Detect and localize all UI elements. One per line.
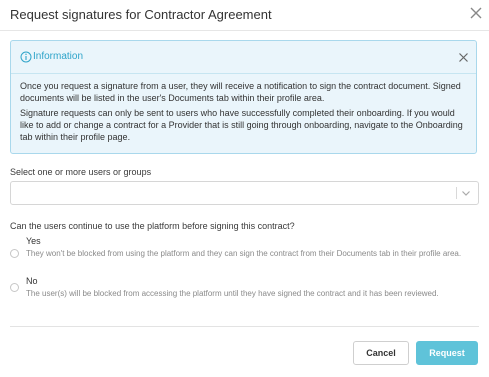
option-yes-label: Yes xyxy=(26,236,41,246)
signature-request-dialog: Request signatures for Contractor Agreem… xyxy=(0,0,489,377)
cancel-button[interactable]: Cancel xyxy=(353,341,409,365)
information-paragraph: Once you request a signature from a user… xyxy=(20,81,461,103)
footer-divider xyxy=(10,326,479,327)
close-icon[interactable] xyxy=(468,5,484,21)
chevron-down-icon[interactable] xyxy=(461,188,471,198)
dialog-title: Request signatures for Contractor Agreem… xyxy=(10,7,272,22)
info-circle-icon xyxy=(20,51,32,63)
information-panel: Information Once you request a signature… xyxy=(10,40,477,154)
users-groups-select[interactable] xyxy=(10,181,479,205)
close-icon[interactable] xyxy=(458,52,469,63)
radio-yes[interactable] xyxy=(10,249,19,258)
information-title: Information xyxy=(33,51,84,62)
information-paragraph: Signature requests can only be sent to u… xyxy=(20,108,463,142)
dialog-header: Request signatures for Contractor Agreem… xyxy=(0,0,489,31)
select-users-label: Select one or more users or groups xyxy=(10,167,152,177)
information-header: Information xyxy=(11,41,476,74)
request-button[interactable]: Request xyxy=(416,341,478,365)
option-no-description: The user(s) will be blocked from accessi… xyxy=(26,289,439,298)
blocking-question: Can the users continue to use the platfo… xyxy=(10,221,295,231)
option-yes-description: They won't be blocked from using the pla… xyxy=(26,249,462,258)
radio-no[interactable] xyxy=(10,283,19,292)
option-no-label: No xyxy=(26,276,38,286)
select-separator xyxy=(456,187,457,199)
